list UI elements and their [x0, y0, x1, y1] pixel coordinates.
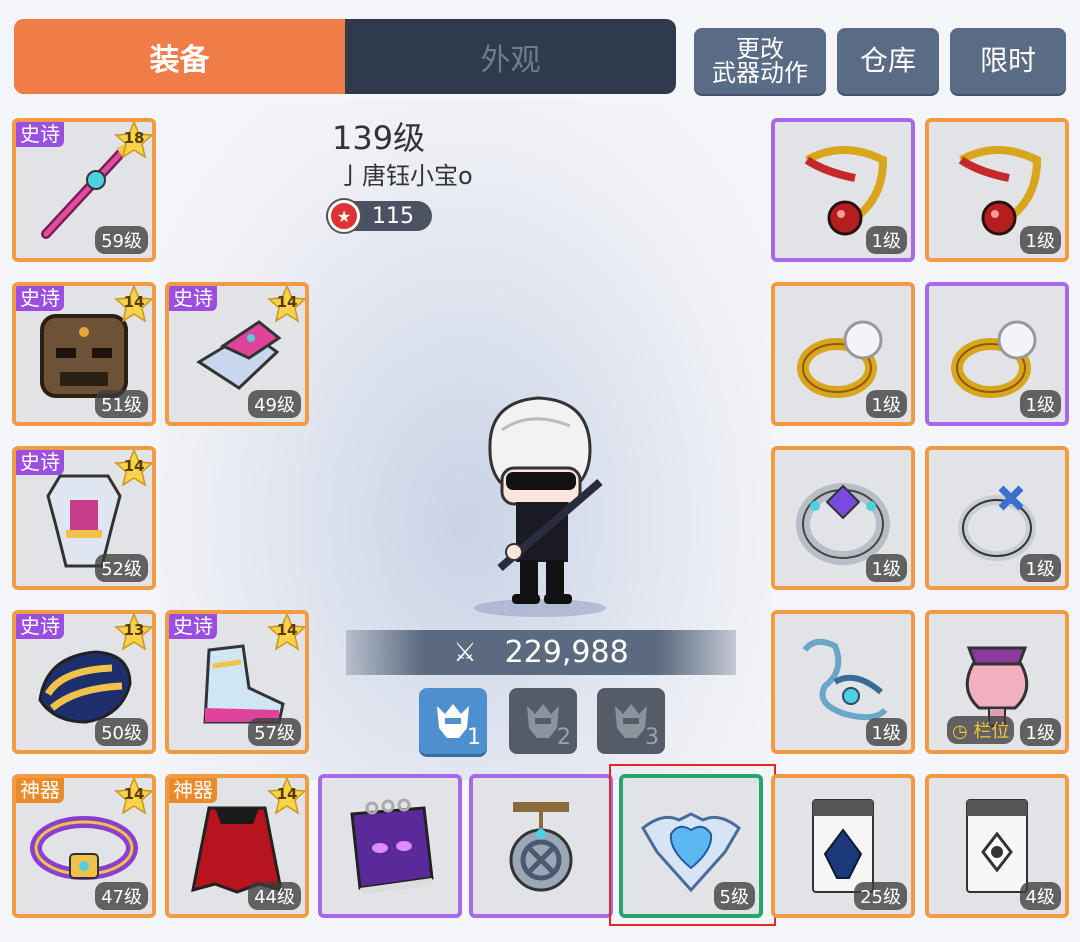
- clock-slot-badge: ◷ 栏位: [947, 716, 1015, 744]
- item-level: 51级: [95, 390, 148, 418]
- item-level: 47级: [95, 882, 148, 910]
- badge-slot-1[interactable]: 25级: [771, 774, 915, 918]
- star-count: 14: [276, 293, 298, 311]
- item-level: 1级: [1019, 390, 1061, 418]
- secondary-weapon-slot[interactable]: [318, 774, 462, 918]
- star-count: 13: [123, 621, 145, 639]
- item-level: 1级: [1019, 554, 1061, 582]
- epic-badge: 史诗: [16, 286, 64, 311]
- honor-value: 115: [372, 203, 414, 229]
- gloves-slot[interactable]: 史诗 14 49级: [165, 282, 309, 426]
- ring-slot-3[interactable]: 1级: [771, 446, 915, 590]
- medal-slot[interactable]: [469, 774, 613, 918]
- item-level: 59级: [95, 226, 148, 254]
- helmet-slot[interactable]: 史诗 14 51级: [12, 282, 156, 426]
- selection-highlight: [609, 764, 776, 926]
- shoulder-slot[interactable]: 史诗 13 50级: [12, 610, 156, 754]
- top-slot[interactable]: 史诗 14 52级: [12, 446, 156, 590]
- epic-badge: 史诗: [16, 122, 64, 147]
- star-force-icon: 14: [267, 614, 305, 652]
- crossed-swords-icon: ⚔: [453, 637, 477, 668]
- item-level: 4级: [1019, 882, 1061, 910]
- medal-pendant-icon: [509, 802, 573, 892]
- star-count: 18: [123, 129, 145, 147]
- epic-badge: 史诗: [169, 614, 217, 639]
- character-level: 139级: [332, 119, 426, 157]
- star-force-icon: 13: [114, 614, 152, 652]
- star-count: 14: [123, 785, 145, 803]
- item-level: 52级: [95, 554, 148, 582]
- item-level: 1级: [865, 226, 907, 254]
- preset-2-button[interactable]: 2: [509, 688, 577, 754]
- preset-3-button[interactable]: 3: [597, 688, 665, 754]
- character-sprite[interactable]: [460, 390, 630, 620]
- tab-appearance[interactable]: 外观: [345, 19, 676, 94]
- epic-badge: 史诗: [169, 286, 217, 311]
- badge-slot-2[interactable]: 4级: [925, 774, 1069, 918]
- cape-slot[interactable]: 神器 14 44级: [165, 774, 309, 918]
- tab-equipment[interactable]: 装备: [14, 19, 345, 94]
- star-force-icon: 14: [114, 778, 152, 816]
- honor-badge[interactable]: ★ 115: [326, 200, 432, 232]
- star-medal-icon: ★: [328, 200, 360, 232]
- preset-3-number: 3: [645, 725, 659, 750]
- star-count: 14: [123, 457, 145, 475]
- item-level: 49级: [248, 390, 301, 418]
- pocket-slot[interactable]: ◷ 栏位 1级: [925, 610, 1069, 754]
- star-count: 14: [276, 621, 298, 639]
- item-level: 50级: [95, 718, 148, 746]
- tab-bar: 装备 外观: [14, 19, 676, 94]
- belt-slot[interactable]: 神器 14 47级: [12, 774, 156, 918]
- ring-slot-2[interactable]: 1级: [925, 282, 1069, 426]
- preset-1-button[interactable]: 1: [419, 688, 487, 754]
- item-level: 1级: [865, 390, 907, 418]
- epic-badge: 史诗: [16, 450, 64, 475]
- item-level: 44级: [248, 882, 301, 910]
- shoes-slot[interactable]: 史诗 14 57级: [165, 610, 309, 754]
- artifact-badge: 神器: [16, 778, 64, 803]
- artifact-badge: 神器: [169, 778, 217, 803]
- change-weapon-line2: 武器动作: [712, 59, 808, 87]
- limited-button[interactable]: 限时: [950, 28, 1066, 94]
- star-force-icon: 18: [114, 122, 152, 160]
- character-name: 亅唐钰小宝o: [338, 162, 473, 190]
- star-force-icon: 14: [267, 286, 305, 324]
- star-force-icon: 14: [114, 286, 152, 324]
- weapon-slot[interactable]: 史诗 18 59级: [12, 118, 156, 262]
- spellbook-icon: [350, 798, 434, 894]
- pendant-slot[interactable]: 1级: [771, 610, 915, 754]
- necklace-slot-2[interactable]: 1级: [925, 118, 1069, 262]
- item-level: 1级: [865, 554, 907, 582]
- necklace-slot-1[interactable]: 1级: [771, 118, 915, 262]
- star-count: 14: [123, 293, 145, 311]
- item-level: 1级: [865, 718, 907, 746]
- change-weapon-line1: 更改: [736, 35, 784, 63]
- preset-2-number: 2: [557, 725, 571, 750]
- slot-label: 栏位: [973, 721, 1010, 742]
- star-force-icon: 14: [267, 778, 305, 816]
- preset-1-number: 1: [467, 725, 481, 750]
- item-level: 57级: [248, 718, 301, 746]
- star-force-icon: 14: [114, 450, 152, 488]
- ring-slot-4[interactable]: 1级: [925, 446, 1069, 590]
- item-level: 25级: [854, 882, 907, 910]
- combat-power-bar: ⚔ 229,988: [346, 630, 736, 675]
- epic-badge: 史诗: [16, 614, 64, 639]
- combat-power-value: 229,988: [504, 635, 629, 670]
- star-count: 14: [276, 785, 298, 803]
- item-level: 1级: [1019, 718, 1061, 746]
- change-weapon-motion-button[interactable]: 更改 武器动作: [694, 28, 826, 94]
- ring-slot-1[interactable]: 1级: [771, 282, 915, 426]
- item-level: 1级: [1019, 226, 1061, 254]
- warehouse-button[interactable]: 仓库: [837, 28, 939, 94]
